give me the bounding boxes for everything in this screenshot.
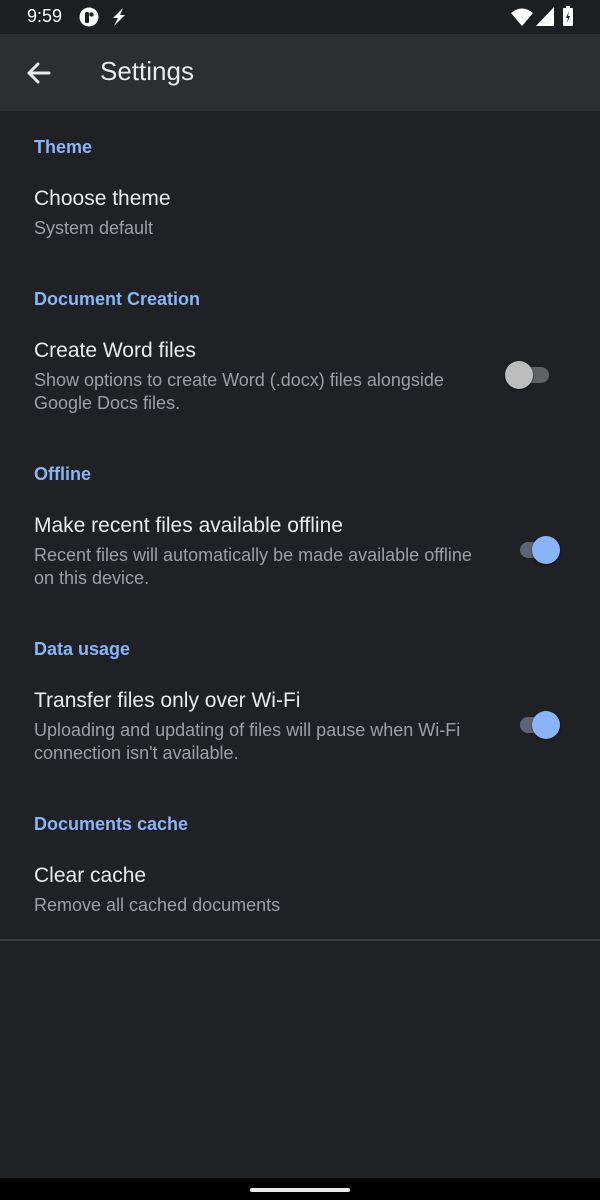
- flash-icon: [111, 8, 127, 31]
- wifi-icon: [511, 8, 533, 31]
- pref-title: Transfer files only over Wi-Fi: [34, 689, 301, 712]
- navigation-bar: [0, 1178, 600, 1200]
- status-time: 9:59: [27, 6, 63, 26]
- divider: [0, 939, 600, 941]
- pref-title: Create Word files: [34, 339, 196, 362]
- pref-summary: System default: [34, 218, 154, 238]
- wifi-only-toggle[interactable]: [514, 709, 562, 739]
- pref-title: Make recent files available offline: [34, 514, 343, 537]
- pref-wifi-only[interactable]: Transfer files only over Wi-Fi Uploading…: [0, 689, 600, 779]
- pref-make-files-offline[interactable]: Make recent files available offline Rece…: [0, 514, 600, 604]
- cellular-signal-icon: [536, 7, 554, 31]
- section-header-offline: Offline: [34, 464, 91, 484]
- pref-summary: Remove all cached documents: [34, 895, 281, 915]
- battery-charging-icon: [563, 6, 573, 31]
- pref-summary: Recent files will automatically be made …: [34, 545, 472, 588]
- pref-title: Clear cache: [34, 864, 147, 887]
- toggle-thumb: [505, 361, 533, 389]
- section-header-documents-cache: Documents cache: [34, 814, 189, 834]
- toggle-thumb: [532, 711, 560, 739]
- status-bar: 9:59: [0, 0, 600, 34]
- app-bar: Settings: [0, 34, 600, 111]
- toggle-thumb: [532, 536, 560, 564]
- section-header-theme: Theme: [34, 137, 93, 157]
- pref-title: Choose theme: [34, 187, 171, 210]
- pref-choose-theme[interactable]: Choose theme System default: [0, 187, 600, 257]
- page-title: Settings: [100, 56, 194, 86]
- pref-summary: Uploading and updating of files will pau…: [34, 720, 461, 763]
- home-gesture-handle[interactable]: [250, 1188, 350, 1192]
- pref-create-word-files[interactable]: Create Word files Show options to create…: [0, 339, 600, 429]
- pref-summary: Show options to create Word (.docx) file…: [34, 370, 444, 413]
- back-button[interactable]: [18, 52, 60, 94]
- arrow-back-icon: [27, 62, 51, 84]
- make-files-offline-toggle[interactable]: [514, 534, 562, 564]
- section-header-document-creation: Document Creation: [34, 289, 201, 309]
- section-header-data-usage: Data usage: [34, 639, 131, 659]
- pref-clear-cache[interactable]: Clear cache Remove all cached documents: [0, 864, 600, 934]
- app-notification-icon: [79, 7, 99, 32]
- create-word-files-toggle[interactable]: [505, 359, 553, 389]
